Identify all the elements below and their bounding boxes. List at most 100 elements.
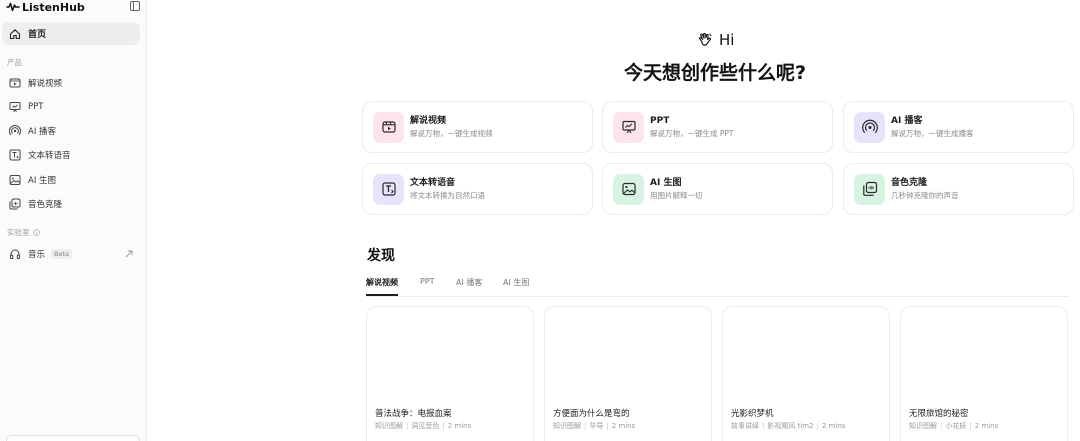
feature-title: 文本转语音 <box>410 177 456 188</box>
feature-icon-tile <box>854 111 885 143</box>
sidebar-item-explainer-video[interactable]: 解说视频 <box>2 73 140 93</box>
feature-desc: 将文本转换为自然口语 <box>410 190 485 200</box>
podcast-icon <box>861 119 878 134</box>
section-title-products: 产品 <box>7 58 22 67</box>
video-title: 普法战争：电报血案 <box>375 409 452 419</box>
voice-clone-icon <box>9 198 21 210</box>
sidebar-item-label: 文本转语音 <box>28 151 71 161</box>
sidebar-item-label: 解说视频 <box>28 79 63 89</box>
presentation-icon <box>621 120 636 134</box>
sidebar: ListenHub 首页 产品 解说视频 PPT AI 播客 文本转语音 AI … <box>0 0 147 441</box>
feature-title: AI 生图 <box>650 177 682 188</box>
feature-card-text-to-speech[interactable]: 文本转语音 将文本转换为自然口语 <box>362 163 593 215</box>
sidebar-bottom-panel <box>6 435 140 441</box>
feature-title: 解说视频 <box>410 115 447 126</box>
section-title-lab: 实验室 <box>7 227 40 238</box>
video-card[interactable]: 方便面为什么是弯的 知识图解 | 华导 | 2 mins <box>544 306 712 441</box>
image-icon <box>9 175 21 185</box>
video-voice: 小花妖 <box>945 422 967 430</box>
video-voice: 影视飓风 tim2 <box>767 422 814 430</box>
waving-hand-icon <box>698 32 712 46</box>
sidebar-item-music[interactable]: 音乐 Beta <box>2 244 140 264</box>
feature-card-ppt[interactable]: PPT 解说万物，一键生成 PPT <box>602 101 833 153</box>
video-title: 无限旅馆的秘密 <box>909 409 969 419</box>
sidebar-item-label: AI 生图 <box>28 176 57 186</box>
waveform-logo-icon <box>6 2 20 12</box>
feature-desc: 几秒钟克隆你的声音 <box>891 190 959 200</box>
tab-ppt[interactable]: PPT <box>420 277 435 296</box>
video-tag: 故事讲绎 <box>731 422 759 430</box>
discover-tabs: 解说视频 PPT AI 播客 AI 生图 <box>366 271 1069 297</box>
sidebar-item-voice-clone[interactable]: 音色克隆 <box>2 194 140 214</box>
sidebar-item-home[interactable]: 首页 <box>2 22 140 45</box>
sidebar-item-label: 音乐 <box>28 250 46 260</box>
page-title: 今天想创作些什么呢? <box>623 62 807 84</box>
brand-name: ListenHub <box>22 0 85 14</box>
podcast-icon <box>9 125 21 136</box>
video-duration: 2 mins <box>821 422 846 430</box>
external-link-icon <box>125 250 133 258</box>
tab-ai-image[interactable]: AI 生图 <box>503 277 529 296</box>
video-tag: 知识图解 <box>909 422 937 430</box>
sidebar-item-label: PPT <box>28 102 44 112</box>
beta-badge: Beta <box>51 249 73 259</box>
feature-text: 解说视频 解说万物，一键生成视频 <box>410 115 493 140</box>
feature-icon-tile <box>613 173 644 205</box>
text-to-speech-icon <box>9 149 21 161</box>
video-duration: 2 mins <box>974 422 999 430</box>
feature-card-ai-image[interactable]: AI 生图 用图片解释一切 <box>602 163 833 215</box>
sidebar-item-ppt[interactable]: PPT <box>2 97 140 117</box>
sidebar-toggle-icon[interactable] <box>130 1 140 11</box>
headphones-icon <box>10 249 21 259</box>
video-title: 方便面为什么是弯的 <box>553 409 630 419</box>
info-icon[interactable] <box>32 229 40 236</box>
video-card[interactable]: 无限旅馆的秘密 知识图解 | 小花妖 | 2 mins <box>900 306 1068 441</box>
sidebar-item-ai-podcast[interactable]: AI 播客 <box>2 121 140 141</box>
home-icon <box>9 28 21 39</box>
tab-ai-podcast[interactable]: AI 播客 <box>456 277 482 296</box>
greeting: Hi <box>697 31 734 49</box>
video-meta: 知识图解 | 洞见音色 | 2 mins <box>375 422 472 430</box>
greeting-text: Hi <box>719 31 735 49</box>
image-icon <box>621 182 636 196</box>
section-title-lab-label: 实验室 <box>7 228 30 237</box>
sidebar-item-label: AI 播客 <box>28 127 57 137</box>
video-icon <box>9 78 21 88</box>
tab-explainer-video[interactable]: 解说视频 <box>366 277 398 296</box>
feature-card-ai-podcast[interactable]: AI 播客 解说万物，一键生成播客 <box>843 101 1074 153</box>
feature-card-voice-clone[interactable]: 音色克隆 几秒钟克隆你的声音 <box>843 163 1074 215</box>
feature-icon-tile <box>854 173 885 205</box>
feature-card-explainer-video[interactable]: 解说视频 解说万物，一键生成视频 <box>362 101 593 153</box>
video-title: 光影织梦机 <box>731 409 774 419</box>
feature-text: 音色克隆 几秒钟克隆你的声音 <box>891 177 959 202</box>
video-meta: 知识图解 | 华导 | 2 mins <box>553 422 636 430</box>
feature-desc: 用图片解释一切 <box>650 190 703 200</box>
text-to-speech-icon <box>381 182 396 196</box>
video-tag: 知识图解 <box>553 422 581 430</box>
video-voice: 洞见音色 <box>411 422 440 430</box>
feature-title: AI 播客 <box>891 115 923 126</box>
sidebar-item-text-to-speech[interactable]: 文本转语音 <box>2 145 140 165</box>
video-meta: 故事讲绎 | 影视飓风 tim2 | 2 mins <box>731 422 846 430</box>
sidebar-item-label: 音色克隆 <box>28 200 63 210</box>
feature-text: 文本转语音 将文本转换为自然口语 <box>410 177 485 202</box>
video-card[interactable]: 普法战争：电报血案 知识图解 | 洞见音色 | 2 mins <box>366 306 534 441</box>
video-icon <box>381 121 396 133</box>
voice-clone-icon <box>862 181 877 196</box>
video-voice: 华导 <box>589 422 604 430</box>
feature-text: AI 生图 用图片解释一切 <box>650 177 703 202</box>
brand-logo[interactable]: ListenHub <box>6 1 85 14</box>
presentation-icon <box>9 102 21 113</box>
section-title-discover: 发现 <box>367 248 395 264</box>
feature-title: PPT <box>650 115 670 126</box>
video-card[interactable]: 光影织梦机 故事讲绎 | 影视飓风 tim2 | 2 mins <box>722 306 890 441</box>
video-tag: 知识图解 <box>375 422 403 430</box>
feature-text: PPT 解说万物，一键生成 PPT <box>650 115 734 140</box>
feature-icon-tile <box>373 173 404 205</box>
feature-text: AI 播客 解说万物，一键生成播客 <box>891 115 974 140</box>
brand-row: ListenHub <box>6 0 142 14</box>
feature-desc: 解说万物，一键生成 PPT <box>650 128 734 138</box>
feature-desc: 解说万物，一键生成视频 <box>410 128 493 138</box>
sidebar-item-ai-image[interactable]: AI 生图 <box>2 170 140 190</box>
sidebar-item-label: 首页 <box>28 30 47 40</box>
